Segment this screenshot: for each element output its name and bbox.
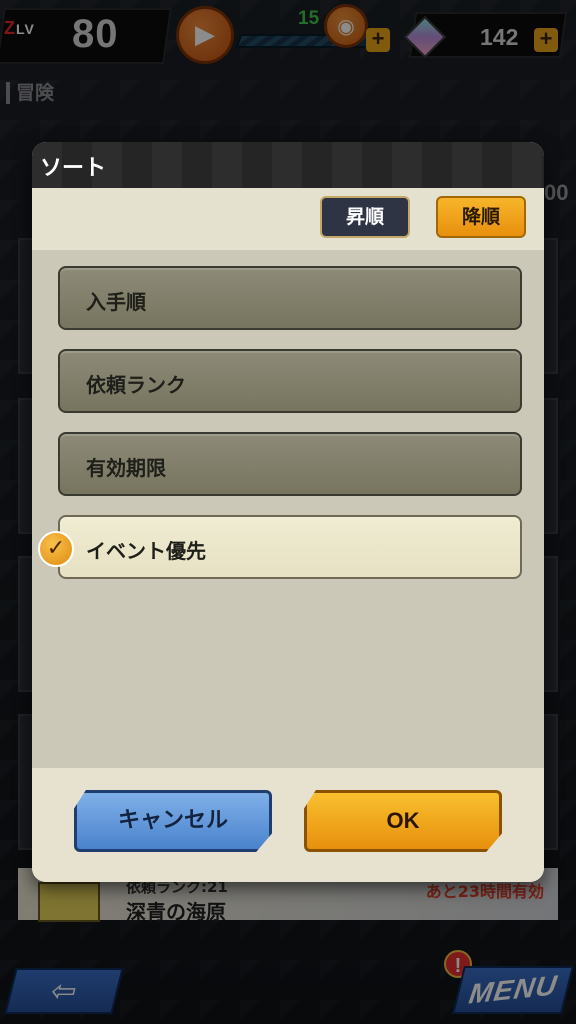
descending-button[interactable]: 降順: [436, 196, 526, 238]
sort-dialog: ソート 昇順 降順 入手順 依頼ランク 有効期限 ✓ イベント優先 キャンセル …: [32, 142, 544, 882]
ok-button[interactable]: OK: [304, 790, 502, 852]
ascending-button[interactable]: 昇順: [320, 196, 410, 238]
sort-option-rank[interactable]: 依頼ランク: [58, 349, 522, 413]
check-icon: ✓: [38, 531, 74, 567]
sort-option-label: イベント優先: [86, 539, 206, 563]
sort-option-event-priority[interactable]: ✓ イベント優先: [38, 515, 522, 579]
dialog-footer: キャンセル OK: [32, 768, 544, 882]
sort-option-acquired[interactable]: 入手順: [58, 266, 522, 330]
sort-option-label: 依頼ランク: [86, 373, 186, 397]
sort-option-label: 入手順: [86, 290, 146, 314]
sort-option-label: 有効期限: [86, 456, 166, 480]
dialog-header: ソート: [32, 142, 544, 188]
dialog-title: ソート: [40, 156, 107, 181]
cancel-button[interactable]: キャンセル: [74, 790, 272, 852]
order-toggle: 昇順 降順: [32, 188, 544, 246]
sort-options-list: 入手順 依頼ランク 有効期限 ✓ イベント優先: [32, 250, 544, 768]
sort-option-expiry[interactable]: 有効期限: [58, 432, 522, 496]
